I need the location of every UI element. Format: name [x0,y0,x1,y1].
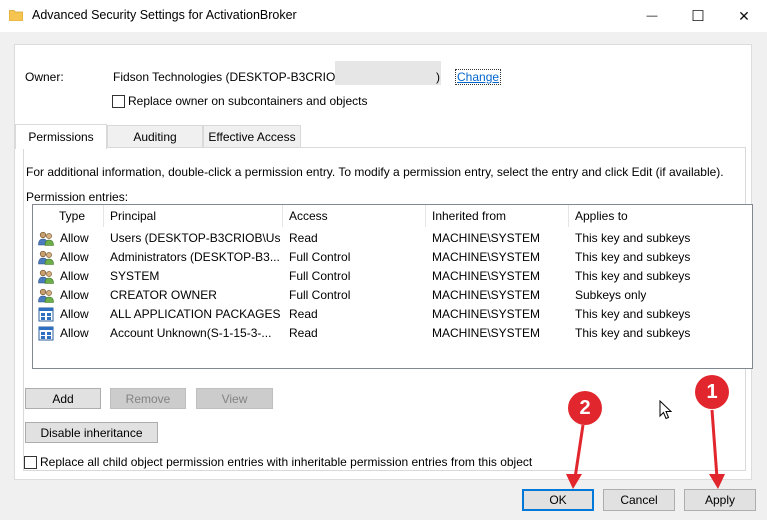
table-row[interactable]: Allow Account Unknown(S-1-15-3-... Read … [33,324,752,343]
cell-inherited-from: MACHINE\SYSTEM [432,250,541,264]
annotation-badge-1: 1 [695,375,729,409]
table-row[interactable]: Allow CREATOR OWNER Full Control MACHINE… [33,286,752,305]
cell-inherited-from: MACHINE\SYSTEM [432,326,541,340]
cell-principal: ALL APPLICATION PACKAGES [110,307,280,321]
cell-inherited-from: MACHINE\SYSTEM [432,231,541,245]
column-header-principal[interactable]: Principal [104,205,283,227]
disable-inheritance-label: Disable inheritance [40,425,143,440]
cell-access: Read [289,231,318,245]
cell-access: Read [289,307,318,321]
permission-entries-list[interactable]: Type Principal Access Inherited from App… [32,204,753,369]
table-row[interactable]: Allow SYSTEM Full Control MACHINE\SYSTEM… [33,267,752,286]
cell-access: Read [289,326,318,340]
close-icon: ✕ [738,7,750,24]
replace-child-permissions-label: Replace all child object permission entr… [40,455,533,469]
window-title: Advanced Security Settings for Activatio… [32,8,297,22]
replace-owner-label: Replace owner on subcontainers and objec… [128,94,368,108]
permission-entries-label: Permission entries: [26,190,129,204]
permissions-panel: For additional information, double-click… [23,147,753,471]
cancel-button[interactable]: Cancel [603,489,675,511]
column-header-inherited-from[interactable]: Inherited from [426,205,569,227]
owner-value-end: ) [436,70,440,84]
mouse-cursor-icon [659,400,673,420]
cell-type: Allow [60,288,89,302]
cell-type: Allow [60,231,89,245]
redacted-area [335,61,441,85]
view-button[interactable]: View [196,388,273,409]
column-header-type[interactable]: Type [53,205,104,227]
cell-principal: Account Unknown(S-1-15-3-... [110,326,272,340]
info-text: For additional information, double-click… [26,165,724,179]
cell-type: Allow [60,326,89,340]
tab-label: Effective Access [208,130,296,144]
tab-permissions[interactable]: Permissions [15,124,107,149]
maximize-button[interactable]: ☐ [675,0,721,32]
cell-principal: Administrators (DESKTOP-B3... [110,250,280,264]
cell-applies-to: This key and subkeys [575,250,691,264]
cancel-button-label: Cancel [620,493,658,507]
replace-child-permissions-checkbox[interactable] [24,456,37,469]
cell-access: Full Control [289,288,351,302]
column-header-applies-to[interactable]: Applies to [569,205,752,227]
cell-inherited-from: MACHINE\SYSTEM [432,288,541,302]
minimize-button[interactable]: — [629,0,675,32]
cell-applies-to: This key and subkeys [575,307,691,321]
view-button-label: View [221,391,248,406]
table-row[interactable]: Allow Administrators (DESKTOP-B3... Full… [33,248,752,267]
cell-type: Allow [60,269,89,283]
disable-inheritance-button[interactable]: Disable inheritance [25,422,158,443]
tab-auditing[interactable]: Auditing [107,125,203,148]
add-button[interactable]: Add [25,388,101,409]
table-row[interactable]: Allow ALL APPLICATION PACKAGES Read MACH… [33,305,752,324]
apply-button[interactable]: Apply [684,489,756,511]
minimize-icon: — [646,10,658,22]
cell-inherited-from: MACHINE\SYSTEM [432,269,541,283]
owner-value: Fidson Technologies (DESKTOP-B3CRIOE [113,70,344,84]
cell-applies-to: This key and subkeys [575,269,691,283]
change-owner-link[interactable]: Change [455,69,502,85]
cell-applies-to: This key and subkeys [575,326,691,340]
tab-label: Auditing [133,130,177,144]
package-icon [38,326,54,341]
folder-icon [9,10,23,21]
ok-button[interactable]: OK [522,489,594,511]
apply-button-label: Apply [704,493,736,507]
users-icon [38,250,54,265]
owner-label: Owner: [25,70,64,84]
ok-button-label: OK [549,493,567,507]
title-bar: Advanced Security Settings for Activatio… [0,0,767,32]
close-button[interactable]: ✕ [721,0,767,32]
annotation-badge-2: 2 [568,391,602,425]
package-icon [38,307,54,322]
users-icon [38,231,54,246]
users-icon [38,269,54,284]
add-button-label: Add [52,391,74,406]
cell-principal: Users (DESKTOP-B3CRIOB\Us... [110,231,280,245]
cell-type: Allow [60,250,89,264]
column-header-access[interactable]: Access [283,205,426,227]
cell-type: Allow [60,307,89,321]
table-row[interactable]: Allow Users (DESKTOP-B3CRIOB\Us... Read … [33,229,752,248]
cell-applies-to: This key and subkeys [575,231,691,245]
remove-button-label: Remove [125,391,171,406]
cell-applies-to: Subkeys only [575,288,647,302]
main-panel: Owner: Fidson Technologies (DESKTOP-B3CR… [14,44,753,480]
cell-access: Full Control [289,269,351,283]
cell-principal: CREATOR OWNER [110,288,217,302]
maximize-icon: ☐ [691,8,705,25]
remove-button[interactable]: Remove [110,388,186,409]
cell-access: Full Control [289,250,351,264]
cell-principal: SYSTEM [110,269,160,283]
replace-owner-checkbox[interactable] [112,95,125,108]
cell-inherited-from: MACHINE\SYSTEM [432,307,541,321]
tab-effective-access[interactable]: Effective Access [203,125,301,148]
users-icon [38,288,54,303]
tab-label: Permissions [28,130,94,144]
